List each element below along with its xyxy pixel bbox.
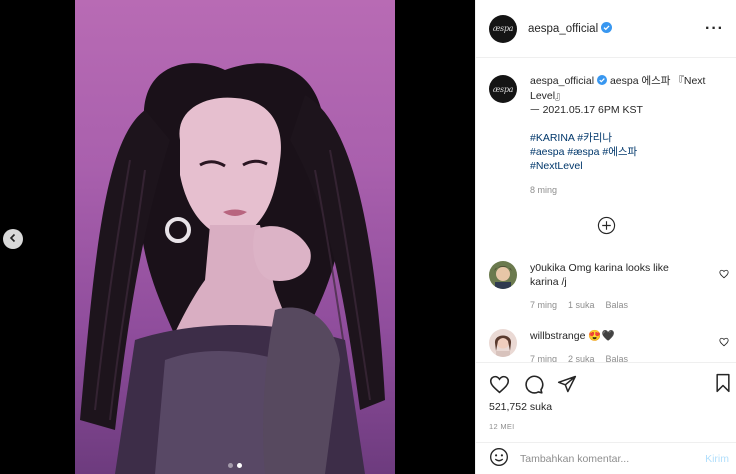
- post-header: æspa aespa_official ···: [476, 0, 736, 58]
- heart-icon[interactable]: [719, 334, 729, 352]
- comment-item: willbstrange 😍🖤 7 ming 2 suka Balas: [489, 329, 729, 362]
- hashtag-line[interactable]: #KARINA #카리나: [530, 131, 725, 145]
- carousel-dot-active: [237, 463, 242, 468]
- comment-like-count[interactable]: 2 suka: [568, 352, 595, 362]
- more-options-icon[interactable]: ···: [705, 20, 724, 38]
- action-icons: [476, 363, 736, 401]
- carousel-dot: [228, 463, 233, 468]
- avatar[interactable]: [489, 329, 517, 357]
- post-comment-button[interactable]: Kirim: [705, 453, 729, 465]
- comment-meta: 7 ming 2 suka Balas: [530, 352, 700, 362]
- comment-text: 😍🖤: [588, 330, 615, 342]
- heart-icon[interactable]: [489, 374, 510, 400]
- post-author-username[interactable]: aespa_official: [528, 23, 598, 35]
- caption-body: aespa_official aespa 에스파 『Next Level』 ᅳ …: [530, 74, 725, 197]
- comment-timestamp[interactable]: 7 ming: [530, 298, 557, 312]
- comment-input[interactable]: [520, 453, 690, 465]
- emoji-icon[interactable]: [489, 447, 509, 472]
- bookmark-icon[interactable]: [714, 373, 732, 398]
- reply-button[interactable]: Balas: [606, 298, 629, 312]
- verified-badge-icon: [601, 20, 613, 38]
- post-date[interactable]: 12 MEI: [476, 422, 736, 431]
- chevron-left-icon: [8, 230, 18, 248]
- like-count[interactable]: 521,752 suka: [476, 401, 736, 413]
- comment-composer: Kirim: [476, 442, 736, 474]
- avatar[interactable]: æspa: [489, 75, 517, 103]
- post-media: [0, 0, 475, 474]
- post-details-panel: æspa aespa_official ··· æspa aespa_offic…: [475, 0, 736, 474]
- share-icon[interactable]: [557, 374, 577, 399]
- portrait-illustration: [80, 63, 385, 474]
- comment-timestamp[interactable]: 7 ming: [530, 352, 557, 362]
- heart-icon[interactable]: [719, 266, 729, 284]
- post-caption: æspa aespa_official aespa 에스파 『Next Leve…: [476, 58, 736, 197]
- post-photo[interactable]: [75, 0, 395, 474]
- carousel-indicator: [228, 463, 242, 468]
- caption-date-line: ᅳ 2021.05.17 6PM KST: [530, 104, 643, 116]
- previous-slide-button[interactable]: [3, 229, 23, 249]
- post-actions: 521,752 suka 12 MEI Kirim: [476, 362, 736, 474]
- comment-meta: 7 ming 1 suka Balas: [530, 298, 700, 312]
- verified-badge-icon: [597, 75, 608, 89]
- comment-icon[interactable]: [523, 374, 544, 400]
- comment-like-count[interactable]: 1 suka: [568, 298, 595, 312]
- hashtag-line[interactable]: #NextLevel: [530, 159, 725, 173]
- reply-button[interactable]: Balas: [606, 352, 629, 362]
- caption-username[interactable]: aespa_official: [530, 75, 594, 87]
- comment-username[interactable]: y0ukika: [530, 262, 566, 274]
- comment-body: y0ukika Omg karina looks like karina /j …: [530, 261, 700, 312]
- comment-username[interactable]: willbstrange: [530, 330, 585, 342]
- avatar[interactable]: [489, 261, 517, 289]
- comment-body: willbstrange 😍🖤 7 ming 2 suka Balas: [530, 329, 700, 362]
- hashtag-line[interactable]: #aespa #æspa #에스파: [530, 145, 725, 159]
- comment-item: y0ukika Omg karina looks like karina /j …: [489, 261, 729, 312]
- avatar[interactable]: æspa: [489, 14, 517, 43]
- load-more-comments-icon[interactable]: [597, 216, 616, 240]
- caption-timestamp[interactable]: 8 ming: [530, 183, 725, 197]
- comments-list[interactable]: æspa aespa_official aespa 에스파 『Next Leve…: [476, 58, 736, 362]
